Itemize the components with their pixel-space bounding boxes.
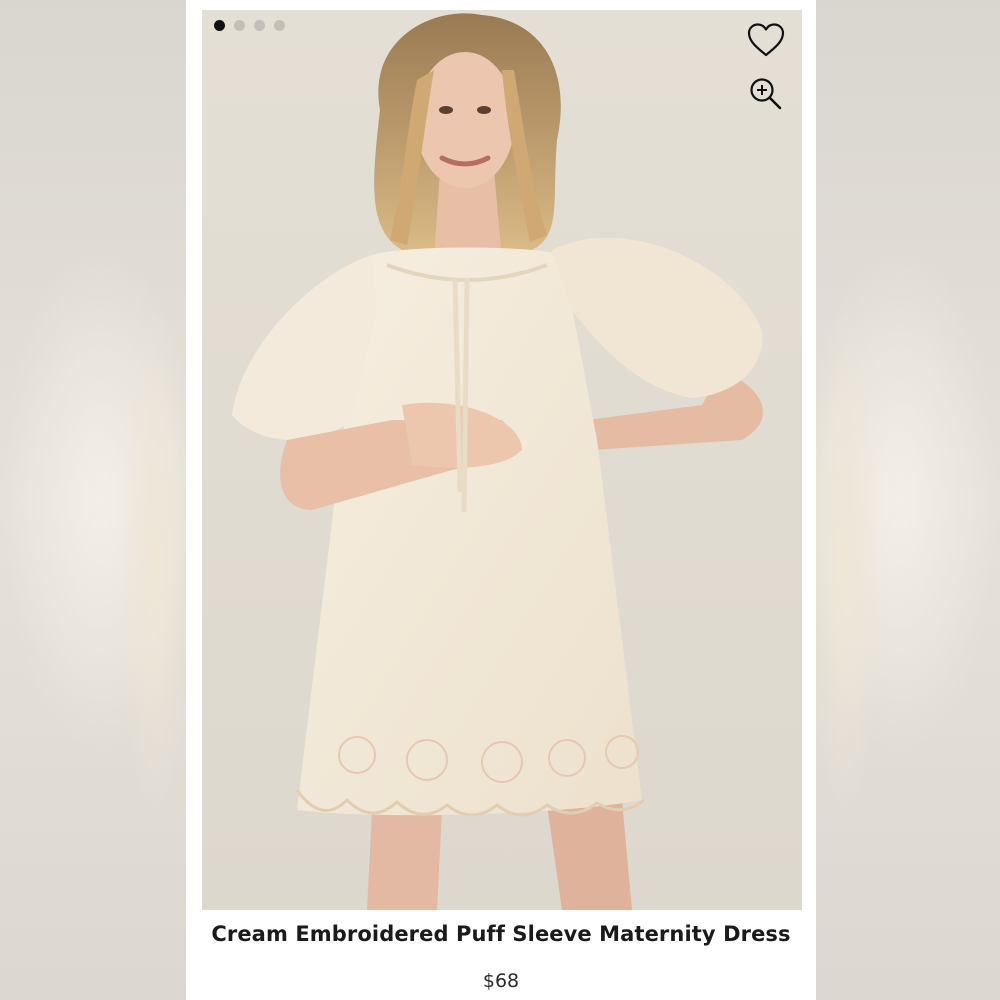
gallery-pagination (214, 20, 285, 31)
model-wearing-dress-illustration (202, 10, 802, 910)
gallery-dot-3[interactable] (254, 20, 265, 31)
product-price: $68 (482, 970, 520, 992)
favorite-button[interactable] (746, 22, 790, 66)
blurred-background-left (0, 0, 200, 1000)
product-card: Cream Embroidered Puff Sleeve Maternity … (186, 0, 816, 1000)
product-photo[interactable] (202, 10, 802, 910)
zoom-button[interactable] (748, 76, 792, 120)
gallery-dot-4[interactable] (274, 20, 285, 31)
heart-icon (747, 23, 785, 57)
zoom-in-icon (750, 78, 782, 110)
gallery-dot-2[interactable] (234, 20, 245, 31)
product-title: Cream Embroidered Puff Sleeve Maternity … (211, 922, 791, 946)
gallery-dot-1[interactable] (214, 20, 225, 31)
blurred-background-right (800, 0, 1000, 1000)
